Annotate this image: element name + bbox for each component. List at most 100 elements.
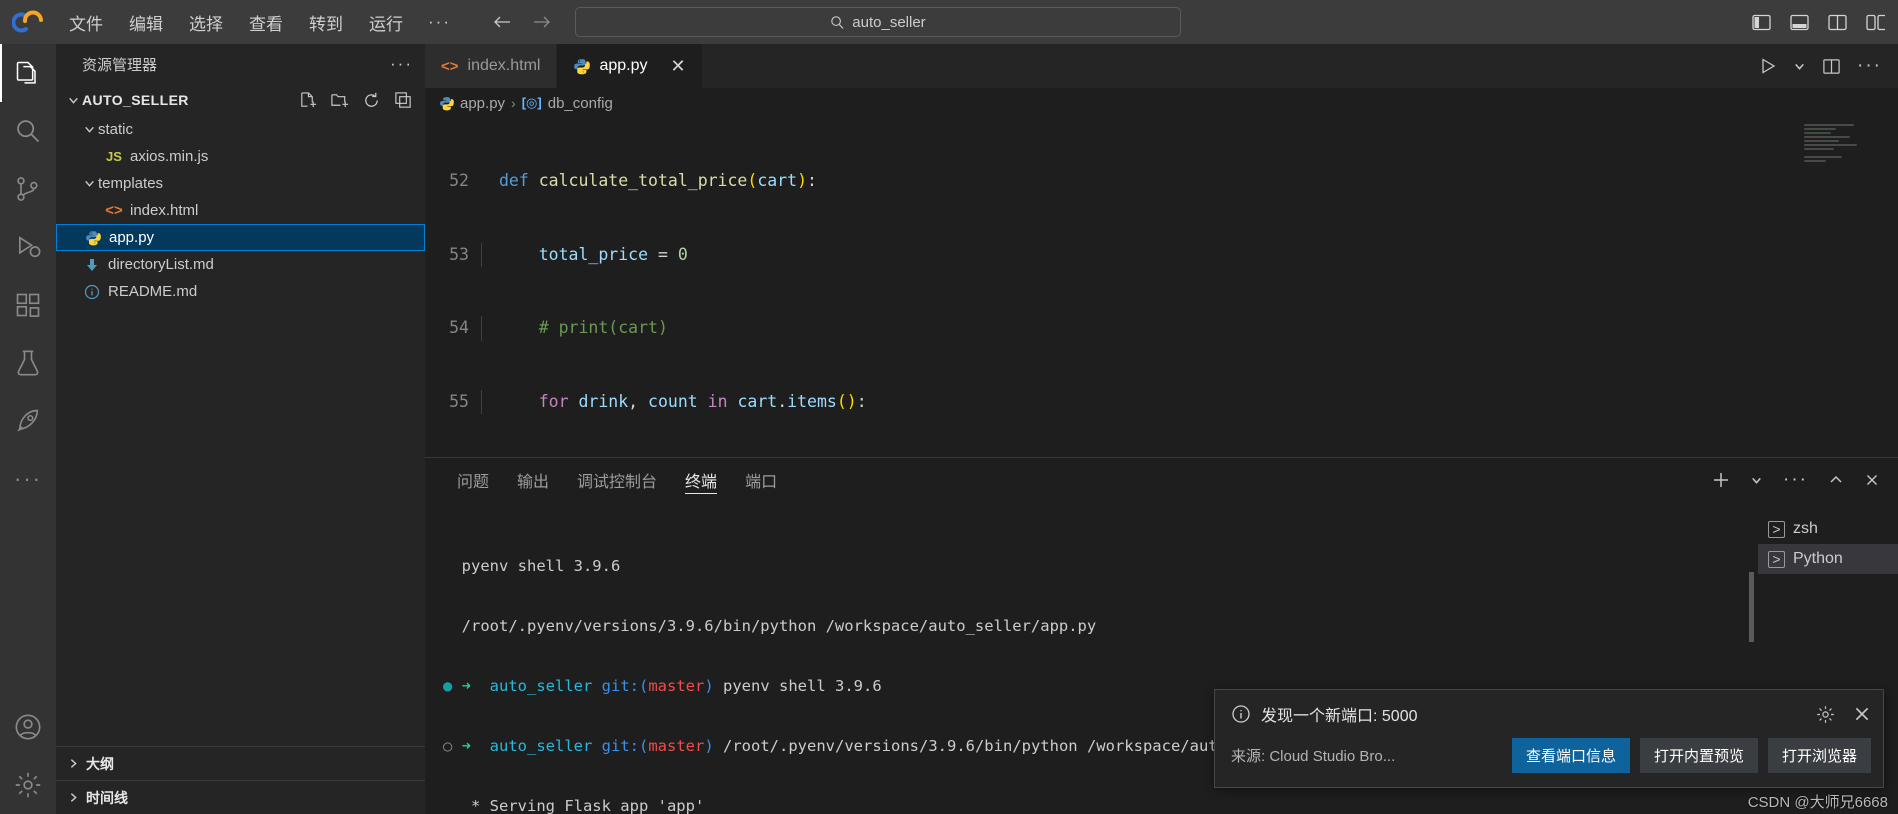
notification-header-actions bbox=[1816, 705, 1871, 724]
refresh-icon[interactable] bbox=[362, 91, 381, 110]
menu-edit[interactable]: 编辑 bbox=[116, 6, 176, 39]
search-input-value[interactable]: auto_seller bbox=[852, 14, 925, 31]
explorer-root-folder[interactable]: AUTO_SELLER bbox=[56, 84, 425, 116]
terminal-scrollbar[interactable] bbox=[1749, 572, 1754, 642]
tree-item-directorylist-md[interactable]: directoryList.md bbox=[56, 251, 425, 278]
new-terminal-icon[interactable] bbox=[1712, 471, 1730, 489]
menu-run[interactable]: 运行 bbox=[356, 6, 416, 39]
terminal-line: pyenv shell 3.9.6 bbox=[443, 557, 621, 575]
notification-message: 发现一个新端口: 5000 bbox=[1261, 708, 1418, 725]
code-lines: 52 def calculate_total_price(cart): 53 to… bbox=[425, 118, 1898, 457]
code-editor[interactable]: 52 def calculate_total_price(cart): 53 to… bbox=[425, 118, 1898, 457]
editor-more-icon[interactable]: ··· bbox=[1857, 55, 1882, 77]
outline-section[interactable]: 大纲 bbox=[56, 746, 425, 780]
panel-more-icon[interactable]: ··· bbox=[1783, 469, 1808, 491]
menu-file[interactable]: 文件 bbox=[56, 6, 116, 39]
maximize-panel-icon[interactable] bbox=[1828, 472, 1844, 488]
line-content: for drink, count in cart.items(): bbox=[477, 389, 867, 414]
sidebar-more-icon[interactable]: ··· bbox=[390, 54, 413, 74]
toggle-primary-sidebar-icon[interactable] bbox=[1750, 11, 1772, 33]
command-search-bar[interactable]: auto_seller bbox=[574, 7, 1181, 37]
view-port-info-button[interactable]: 查看端口信息 bbox=[1511, 738, 1630, 773]
line-number: 55 bbox=[449, 391, 469, 411]
tab-output[interactable]: 输出 bbox=[503, 458, 563, 502]
tab-debug-console[interactable]: 调试控制台 bbox=[563, 458, 671, 502]
tab-problems[interactable]: 问题 bbox=[443, 458, 503, 502]
customize-layout-icon[interactable] bbox=[1864, 11, 1886, 33]
open-builtin-preview-button[interactable]: 打开内置预览 bbox=[1639, 738, 1758, 773]
menu-more-icon[interactable]: ··· bbox=[416, 8, 463, 36]
editor-actions: ··· bbox=[1743, 44, 1898, 88]
tree-item-label: directoryList.md bbox=[108, 256, 214, 273]
sidebar-title: 资源管理器 bbox=[82, 56, 158, 74]
breadcrumb-symbol[interactable]: db_config bbox=[548, 95, 613, 112]
sidebar-item-remote[interactable] bbox=[0, 392, 56, 450]
line-content: # print(cart) bbox=[477, 316, 668, 341]
activity-bar: ··· bbox=[0, 44, 56, 814]
tree-item-templates[interactable]: templates bbox=[56, 170, 425, 197]
close-icon[interactable] bbox=[1853, 705, 1871, 724]
tree-item-app-py[interactable]: app.py bbox=[56, 224, 425, 251]
close-panel-icon[interactable] bbox=[1864, 472, 1880, 488]
info-icon bbox=[1231, 704, 1251, 724]
terminal-instance-label: zsh bbox=[1793, 520, 1818, 537]
tab-index-html[interactable]: <> index.html bbox=[425, 44, 558, 88]
terminal-line: * Serving Flask app 'app' bbox=[443, 797, 705, 814]
sidebar-item-search[interactable] bbox=[0, 102, 56, 160]
tree-item-readme-md[interactable]: README.md bbox=[56, 278, 425, 305]
code-line: 55 for drink, count in cart.items(): bbox=[425, 389, 1898, 414]
breadcrumb-file[interactable]: app.py bbox=[460, 95, 505, 112]
chevron-down-icon[interactable] bbox=[1793, 60, 1806, 73]
js-file-icon: JS bbox=[106, 149, 122, 164]
tree-item-axios-min-js[interactable]: JS axios.min.js bbox=[56, 143, 425, 170]
menu-selection[interactable]: 选择 bbox=[176, 6, 236, 39]
tab-label: app.py bbox=[599, 57, 648, 74]
collapse-all-icon[interactable] bbox=[394, 91, 413, 110]
terminal-instance-python[interactable]: > Python bbox=[1758, 544, 1898, 574]
explorer-sidebar: 资源管理器 ··· AUTO_SELLER static JS axios.mi… bbox=[56, 44, 425, 814]
line-content: total_price = 0 bbox=[477, 242, 688, 267]
sidebar-item-source-control[interactable] bbox=[0, 160, 56, 218]
tab-app-py[interactable]: app.py ✕ bbox=[557, 44, 703, 88]
open-browser-button[interactable]: 打开浏览器 bbox=[1767, 738, 1871, 773]
sidebar-item-extensions[interactable] bbox=[0, 276, 56, 334]
tree-item-label: index.html bbox=[130, 202, 199, 219]
code-line: 54 # print(cart) bbox=[425, 316, 1898, 341]
toggle-panel-icon[interactable] bbox=[1788, 11, 1810, 33]
split-editor-icon[interactable] bbox=[1822, 57, 1841, 76]
gear-icon[interactable] bbox=[0, 756, 56, 814]
sidebar-item-run-debug[interactable] bbox=[0, 218, 56, 276]
close-icon[interactable]: ✕ bbox=[671, 57, 686, 75]
minimap[interactable] bbox=[1804, 124, 1884, 234]
tab-terminal[interactable]: 终端 bbox=[671, 458, 731, 502]
sidebar-footer-sections: 大纲 时间线 bbox=[56, 746, 425, 814]
activity-more-icon[interactable]: ··· bbox=[0, 450, 56, 508]
go-forward-icon[interactable] bbox=[531, 11, 553, 33]
chevron-down-icon[interactable] bbox=[1750, 474, 1763, 487]
toggle-secondary-sidebar-icon[interactable] bbox=[1826, 11, 1848, 33]
navigation-buttons bbox=[491, 11, 553, 33]
code-line: 53 total_price = 0 bbox=[425, 242, 1898, 267]
menu-view[interactable]: 查看 bbox=[236, 6, 296, 39]
tree-item-index-html[interactable]: <> index.html bbox=[56, 197, 425, 224]
panel-tab-bar: 问题 输出 调试控制台 终端 端口 ··· bbox=[425, 458, 1898, 502]
tab-ports[interactable]: 端口 bbox=[731, 458, 791, 502]
html-file-icon: <> bbox=[105, 202, 123, 219]
new-file-icon[interactable] bbox=[298, 91, 317, 110]
gear-icon[interactable] bbox=[1816, 705, 1835, 724]
sidebar-item-testing[interactable] bbox=[0, 334, 56, 392]
timeline-section[interactable]: 时间线 bbox=[56, 780, 425, 814]
sidebar-header: 资源管理器 ··· bbox=[56, 44, 425, 84]
terminal-instance-zsh[interactable]: > zsh bbox=[1758, 514, 1898, 544]
editor-tab-bar: <> index.html app.py ✕ ··· bbox=[425, 44, 1898, 88]
breadcrumb-separator: › bbox=[511, 95, 516, 111]
menu-go[interactable]: 转到 bbox=[296, 6, 356, 39]
search-icon bbox=[830, 15, 845, 30]
new-folder-icon[interactable] bbox=[330, 91, 349, 110]
line-number: 54 bbox=[449, 318, 469, 337]
run-button[interactable] bbox=[1759, 57, 1777, 75]
tree-item-static[interactable]: static bbox=[56, 116, 425, 143]
go-back-icon[interactable] bbox=[491, 11, 513, 33]
sidebar-item-explorer[interactable] bbox=[0, 44, 56, 102]
accounts-icon[interactable] bbox=[0, 698, 56, 756]
